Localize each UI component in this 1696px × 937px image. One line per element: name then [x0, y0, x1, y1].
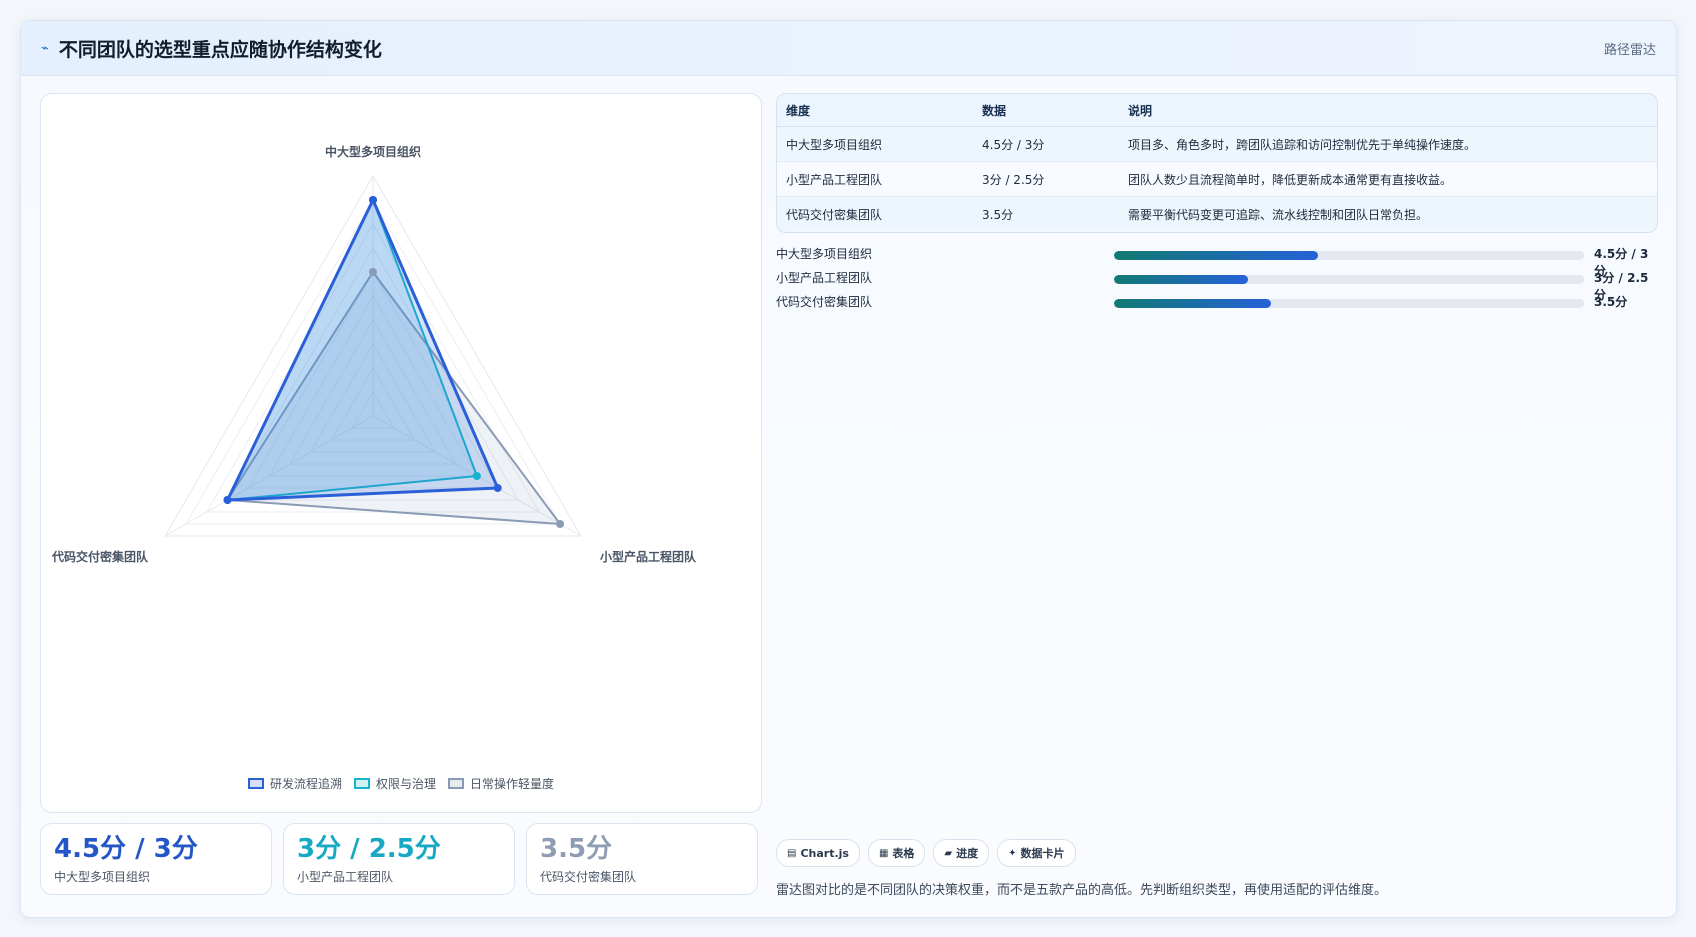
progress-fill — [1114, 299, 1272, 308]
radar-point — [472, 472, 481, 480]
table-cell: 代码交付密集团队 — [777, 196, 973, 231]
stat-value: 4.5分 / 3分 — [54, 834, 198, 864]
card-header: ⌁ 不同团队的选型重点应随协作结构变化 路径雷达 — [21, 21, 1676, 76]
progress-track — [1114, 251, 1584, 260]
progress-track — [1114, 275, 1584, 284]
table-cell: 4.5分 / 3分 — [973, 126, 1119, 162]
table-row: 中大型多项目组织 4.5分 / 3分 项目多、角色多时，跨团队追踪和访问控制优先于单… — [777, 126, 1657, 162]
radar-chart: 中大型多项目组织小型产品工程团队 代码交付密集团队 — [51, 144, 697, 564]
table-cell: 3分 / 2.5分 — [973, 161, 1119, 197]
table-row: 代码交付密集团队 3.5分 需要平衡代码变更可追踪、流水线控制和团队日常负担。 — [777, 196, 1657, 231]
chip-表格[interactable]: ▦ 表格 — [867, 839, 926, 867]
radar-point — [556, 520, 565, 528]
progress-track — [1114, 299, 1584, 308]
main-card: ⌁ 不同团队的选型重点应随协作结构变化 路径雷达 中大型多项目组织 小型产品工程团… — [20, 20, 1677, 918]
progress-fill — [1114, 275, 1248, 284]
progress-label: 小型产品工程团队 — [776, 271, 873, 285]
table-cell: 团队人数少且流程简单时，降低更新成本通常更有直接收益。 — [1119, 161, 1657, 197]
chip-label: 数据卡片 — [1020, 847, 1065, 860]
legend-label: 权限与治理 — [375, 777, 436, 791]
table-header: 维度 — [777, 94, 973, 127]
chip-label: 进度 — [956, 847, 979, 860]
table-icon: ▦ — [878, 847, 889, 859]
data-table: 维度 数据 说明 中大型多项目组织 4.5分 / 3分 项目多、角色多时，跨团队追踪… — [776, 93, 1658, 233]
legend-item[interactable]: 日常操作轻量度 — [448, 775, 554, 792]
header-tag: 路径雷达 — [1603, 42, 1656, 58]
table-row: 小型产品工程团队 3分 / 2.5分 团队人数少且流程简单时，降低更新成本通常更有直… — [777, 161, 1657, 197]
table-cell: 项目多、角色多时，跨团队追踪和访问控制优先于单纯操作速度。 — [1119, 126, 1657, 162]
progress-list: 中大型多项目组织 4.5分 / 3分 小型产品工程团队 3分 / 2.5分 代码交付密集… — [776, 243, 1656, 315]
chip-数据卡片[interactable]: ✦ 数据卡片 — [997, 839, 1076, 867]
progress-row: 小型产品工程团队 3分 / 2.5分 — [776, 267, 1656, 302]
progress-row: 中大型多项目组织 4.5分 / 3分 — [776, 243, 1656, 278]
radar-chart-panel: 中大型多项目组织小型产品工程团队 代码交付密集团队 研发流程追溯 权限与治理 日常操作… — [40, 93, 762, 813]
radar-point — [369, 196, 377, 204]
progress-label: 代码交付密集团队 — [776, 295, 873, 309]
progress-row: 代码交付密集团队 3.5分 — [776, 291, 1656, 315]
stat-card: 3分 / 2.5分小型产品工程团队 — [283, 823, 515, 895]
radar-axis-label: 中大型多项目组织 — [325, 144, 421, 159]
table-cell: 中大型多项目组织 — [777, 126, 973, 162]
table-cell: 小型产品工程团队 — [777, 161, 973, 197]
legend-swatch — [247, 778, 264, 789]
legend-item[interactable]: 权限与治理 — [353, 775, 436, 792]
legend-swatch — [353, 778, 370, 789]
chart-icon: ▤ — [787, 847, 797, 859]
card-icon: ✦ — [1008, 847, 1017, 859]
legend-label: 研发流程追溯 — [269, 777, 342, 791]
stat-card: 3.5分代码交付密集团队 — [526, 823, 758, 895]
radar-axis-label: 小型产品工程团队 — [600, 549, 697, 564]
chart-legend: 研发流程追溯 权限与治理 日常操作轻量度 — [41, 775, 761, 792]
table-cell: 3.5分 — [973, 196, 1119, 231]
stat-value: 3.5分 — [540, 834, 613, 864]
progress-icon: ▰ — [944, 847, 953, 859]
stat-card: 4.5分 / 3分中大型多项目组织 — [40, 823, 272, 895]
radar-axis-label: 代码交付密集团队 — [51, 549, 149, 564]
chip-label: 表格 — [892, 847, 915, 860]
stat-label: 中大型多项目组织 — [54, 870, 151, 884]
progress-value: 3.5分 — [1594, 295, 1628, 309]
radar-series-1 — [226, 198, 500, 502]
radar-point — [369, 268, 377, 276]
feature-chips: ▤ Chart.js ▦ 表格 ▰ 进度 ✦ 数据卡片 — [776, 839, 1076, 867]
trend-icon: ⌁ — [41, 40, 49, 56]
stat-label: 小型产品工程团队 — [297, 870, 394, 884]
chip-进度[interactable]: ▰ 进度 — [933, 839, 990, 867]
radar-point — [493, 484, 502, 492]
stat-value: 3分 / 2.5分 — [297, 834, 441, 864]
stat-label: 代码交付密集团队 — [540, 870, 637, 884]
footer-note: 雷达图对比的是不同团队的决策权重，而不是五款产品的高低。先判断组织类型，再使用适… — [776, 883, 1388, 898]
legend-swatch — [448, 778, 464, 789]
chip-chart-js[interactable]: ▤ Chart.js — [776, 839, 860, 867]
legend-label: 日常操作轻量度 — [470, 777, 555, 791]
stat-cards: 4.5分 / 3分 中大型多项目组织 3分 / 2.5分 小型产品工程团队 3.5分 代码… — [40, 823, 758, 895]
radar-point — [223, 496, 232, 504]
chip-label: Chart.js — [800, 846, 849, 860]
progress-fill — [1114, 251, 1319, 260]
table-header-row: 维度 数据 说明 — [777, 94, 1657, 127]
table-header: 数据 — [973, 94, 1119, 127]
table-cell: 需要平衡代码变更可追踪、流水线控制和团队日常负担。 — [1119, 196, 1657, 231]
legend-item[interactable]: 研发流程追溯 — [247, 775, 342, 792]
table-header: 说明 — [1119, 94, 1657, 127]
page-title: 不同团队的选型重点应随协作结构变化 — [58, 38, 382, 61]
progress-label: 中大型多项目组织 — [776, 247, 873, 261]
